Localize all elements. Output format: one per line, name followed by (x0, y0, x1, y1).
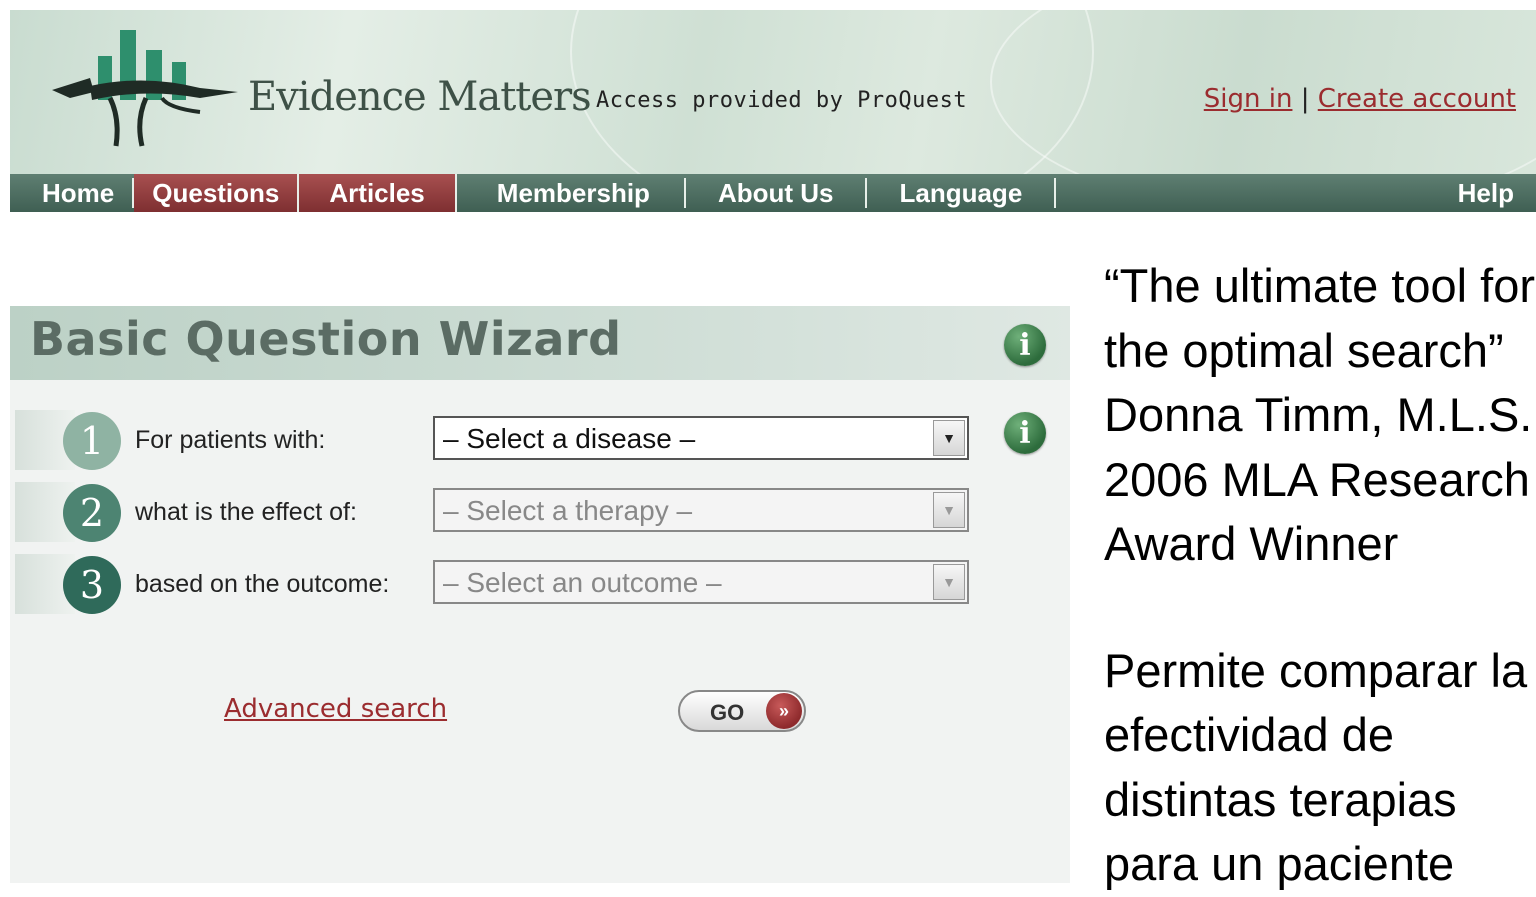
description-line: distintas terapias (1104, 772, 1457, 826)
wizard-step-therapy: 2 what is the effect of: – Select a ther… (15, 482, 1015, 542)
quote-line: the optimal search” (1104, 323, 1504, 377)
evidence-matters-logo-icon[interactable] (50, 28, 240, 148)
description-line: Permite comparar la (1104, 643, 1528, 697)
description-line: efectividad de (1104, 708, 1395, 761)
wizard-title: Basic Question Wizard (30, 312, 622, 366)
wizard-step-disease: 1 For patients with: – Select a disease … (15, 410, 1015, 470)
quote-line: 2006 MLA Research (1104, 452, 1530, 506)
wizard-step-outcome: 3 based on the outcome: – Select an outc… (15, 554, 1015, 614)
disease-select-value: – Select a disease – (443, 423, 696, 454)
dropdown-arrow-icon[interactable]: ▼ (933, 564, 965, 600)
therapy-select-value: – Select a therapy – (443, 495, 693, 526)
quote-line: Award Winner (1104, 517, 1399, 570)
nav-about-us[interactable]: About Us (686, 178, 868, 208)
nav-home[interactable]: Home (10, 178, 135, 208)
disease-label: For patients with: (135, 426, 326, 454)
advanced-search-link[interactable]: Advanced search (224, 694, 447, 724)
quote-line: Donna Timm, M.L.S. (1104, 388, 1533, 441)
header-banner: Evidence Matters Access provided by ProQ… (10, 10, 1536, 174)
nav-articles[interactable]: Articles (299, 174, 457, 212)
go-button[interactable]: GO » (678, 690, 806, 732)
side-text: “The ultimate tool for the optimal searc… (1104, 254, 1536, 897)
outcome-label: based on the outcome: (135, 570, 390, 598)
step-number-3: 3 (63, 556, 121, 614)
create-account-link[interactable]: Create account (1318, 84, 1516, 114)
disease-select[interactable]: – Select a disease – ▼ (433, 416, 969, 460)
description-line: para un paciente (1104, 837, 1455, 890)
outcome-select-value: – Select an outcome – (443, 567, 722, 598)
therapy-label: what is the effect of: (135, 498, 357, 526)
step-number-1: 1 (63, 412, 121, 470)
sign-in-link[interactable]: Sign in (1204, 84, 1293, 114)
question-wizard-panel: Basic Question Wizard i 1 For patients w… (10, 306, 1070, 883)
account-links: Sign in | Create account (1204, 84, 1516, 114)
access-provider-text: Access provided by ProQuest (596, 88, 968, 113)
link-separator: | (1300, 84, 1310, 114)
brand-name: Evidence Matters (248, 74, 592, 120)
dropdown-arrow-icon[interactable]: ▼ (933, 420, 965, 456)
outcome-select[interactable]: – Select an outcome – ▼ (433, 560, 969, 604)
nav-membership[interactable]: Membership (457, 178, 686, 208)
nav-help[interactable]: Help (1458, 174, 1536, 212)
wizard-header: Basic Question Wizard i (10, 306, 1070, 380)
quote-line: “The ultimate tool for (1104, 259, 1536, 312)
dropdown-arrow-icon[interactable]: ▼ (933, 492, 965, 528)
double-chevron-right-icon: » (766, 693, 802, 729)
go-button-label: GO (710, 700, 745, 725)
nav-questions[interactable]: Questions (134, 174, 300, 212)
info-icon[interactable]: i (1004, 324, 1046, 366)
text-gap (1104, 577, 1536, 639)
nav-language[interactable]: Language (867, 178, 1057, 208)
step-number-2: 2 (63, 484, 121, 542)
main-nav: Home Questions Articles Membership About… (10, 174, 1536, 212)
info-icon[interactable]: i (1004, 412, 1046, 454)
therapy-select[interactable]: – Select a therapy – ▼ (433, 488, 969, 532)
